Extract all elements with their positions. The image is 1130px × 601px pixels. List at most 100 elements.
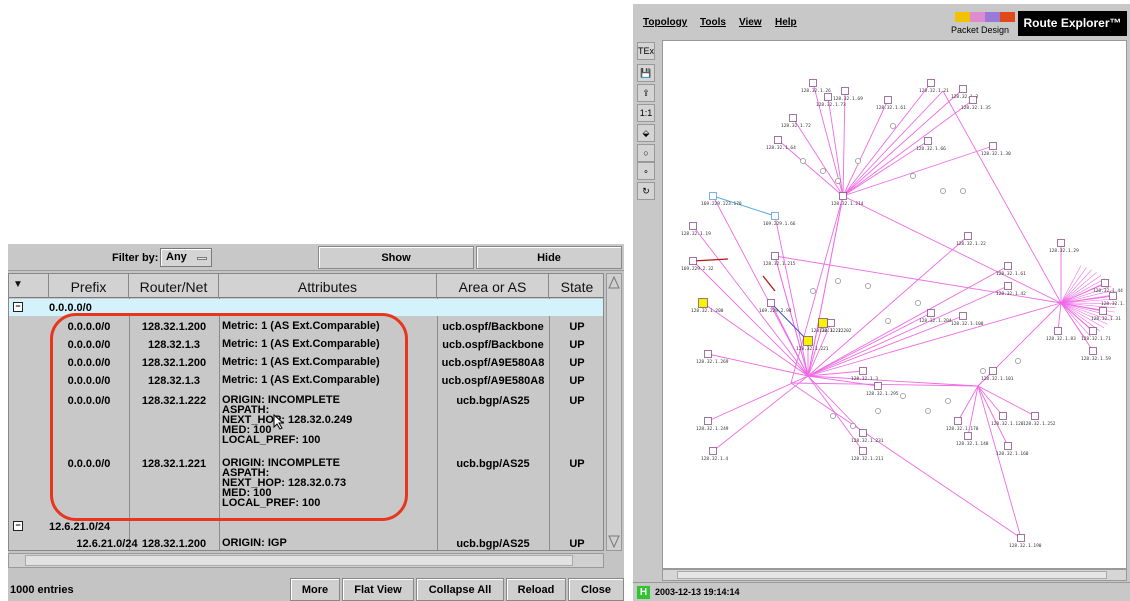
- horizontal-scrollbar[interactable]: [8, 553, 604, 568]
- menu-help[interactable]: Help: [775, 17, 797, 28]
- topology-junction[interactable]: [855, 158, 861, 164]
- router-node[interactable]: [771, 252, 779, 260]
- router-node[interactable]: [1101, 279, 1109, 287]
- hide-button[interactable]: Hide: [476, 246, 622, 269]
- topology-junction[interactable]: [835, 178, 841, 184]
- router-node[interactable]: [818, 318, 828, 328]
- column-area-or-as[interactable]: Area or AS: [437, 274, 549, 298]
- router-node[interactable]: [959, 85, 967, 93]
- router-node[interactable]: [1004, 442, 1012, 450]
- router-node[interactable]: [1054, 327, 1062, 335]
- topology-junction[interactable]: [810, 288, 816, 294]
- small-node-icon[interactable]: ∘: [637, 162, 655, 180]
- vertical-scrollbar[interactable]: [606, 273, 622, 551]
- topology-junction[interactable]: [830, 413, 836, 419]
- scroll-thumb[interactable]: [677, 571, 1107, 579]
- router-node[interactable]: [824, 93, 832, 101]
- router-node[interactable]: [1089, 347, 1097, 355]
- router-node[interactable]: [809, 79, 817, 87]
- save-icon[interactable]: 💾: [637, 64, 655, 82]
- topology-junction[interactable]: [800, 158, 806, 164]
- router-node[interactable]: [989, 142, 997, 150]
- router-node[interactable]: [989, 367, 997, 375]
- zoom-reset-button[interactable]: 1:1: [637, 104, 655, 122]
- router-node[interactable]: [999, 412, 1007, 420]
- topology-junction[interactable]: [850, 423, 856, 429]
- topology-junction[interactable]: [910, 173, 916, 179]
- router-node[interactable]: [704, 350, 712, 358]
- collapse-icon[interactable]: −: [13, 302, 23, 312]
- router-node[interactable]: [859, 367, 867, 375]
- router-node[interactable]: [1089, 327, 1097, 335]
- router-node[interactable]: [774, 136, 782, 144]
- topology-graph[interactable]: 128.32.1.26128.32.1.69128.32.1.73 128.32.…: [663, 41, 1127, 569]
- router-node[interactable]: [927, 79, 935, 87]
- topology-junction[interactable]: [960, 188, 966, 194]
- router-node[interactable]: [859, 429, 867, 437]
- router-node[interactable]: [841, 87, 849, 95]
- router-node[interactable]: [884, 96, 892, 104]
- router-node[interactable]: [859, 447, 867, 455]
- column-attributes[interactable]: Attributes: [219, 274, 437, 298]
- router-node[interactable]: [689, 222, 697, 230]
- router-node[interactable]: [827, 319, 835, 327]
- router-node[interactable]: [704, 417, 712, 425]
- reload-button[interactable]: Reload: [506, 578, 566, 601]
- column-prefix[interactable]: Prefix: [49, 274, 129, 298]
- menu-tools[interactable]: Tools: [700, 17, 726, 28]
- topology-junction[interactable]: [915, 300, 921, 306]
- topology-junction[interactable]: [835, 278, 841, 284]
- scroll-thumb[interactable]: [25, 555, 573, 566]
- router-node[interactable]: [924, 137, 932, 145]
- print-icon[interactable]: ⬙: [637, 124, 655, 142]
- router-node[interactable]: [698, 298, 708, 308]
- router-node[interactable]: [1004, 282, 1012, 290]
- topology-junction[interactable]: [885, 318, 891, 324]
- topology-junction[interactable]: [945, 398, 951, 404]
- refresh-icon[interactable]: ↻: [637, 182, 655, 200]
- topology-junction[interactable]: [925, 408, 931, 414]
- router-node[interactable]: [1057, 239, 1065, 247]
- router-node[interactable]: [927, 309, 935, 317]
- router-node[interactable]: [964, 432, 972, 440]
- router-node[interactable]: [789, 114, 797, 122]
- column-router-net[interactable]: Router/Net: [129, 274, 219, 298]
- router-node[interactable]: [1004, 262, 1012, 270]
- menu-topology[interactable]: Topology: [643, 17, 687, 28]
- router-node[interactable]: [709, 192, 717, 200]
- scroll-up-icon[interactable]: [608, 276, 620, 290]
- router-node[interactable]: [1099, 307, 1107, 315]
- canvas-scrollbar[interactable]: [662, 569, 1127, 581]
- menu-view[interactable]: View: [739, 17, 762, 28]
- router-node[interactable]: [803, 336, 813, 346]
- router-node[interactable]: [969, 96, 977, 104]
- router-node[interactable]: [954, 417, 962, 425]
- topology-canvas[interactable]: 128.32.1.26 128.32.1.69 128.32.1.73 128.32.…: [662, 40, 1127, 569]
- router-node[interactable]: [709, 447, 717, 455]
- close-button[interactable]: Close: [568, 578, 624, 601]
- router-node[interactable]: [839, 192, 847, 200]
- flat-view-button[interactable]: Flat View: [342, 578, 414, 601]
- router-node[interactable]: [767, 299, 775, 307]
- router-node[interactable]: [1017, 534, 1025, 542]
- topology-junction[interactable]: [900, 393, 906, 399]
- collapse-all-button[interactable]: Collapse All: [416, 578, 504, 601]
- topology-junction[interactable]: [980, 368, 986, 374]
- router-node[interactable]: [1031, 412, 1039, 420]
- topology-junction[interactable]: [820, 168, 826, 174]
- topology-junction[interactable]: [875, 408, 881, 414]
- large-node-icon[interactable]: ○: [637, 144, 655, 162]
- export-icon[interactable]: ⇪: [637, 84, 655, 102]
- router-node[interactable]: [689, 257, 697, 265]
- router-node[interactable]: [771, 212, 779, 220]
- tex-button[interactable]: TEx: [637, 42, 655, 60]
- router-node[interactable]: [874, 382, 882, 390]
- more-button[interactable]: More: [290, 578, 340, 601]
- router-node[interactable]: [959, 312, 967, 320]
- topology-junction[interactable]: [940, 188, 946, 194]
- topology-junction[interactable]: [890, 123, 896, 129]
- router-node[interactable]: [964, 232, 972, 240]
- collapse-icon[interactable]: −: [13, 521, 23, 531]
- topology-junction[interactable]: [1015, 358, 1021, 364]
- sort-icon[interactable]: ▼: [9, 274, 49, 298]
